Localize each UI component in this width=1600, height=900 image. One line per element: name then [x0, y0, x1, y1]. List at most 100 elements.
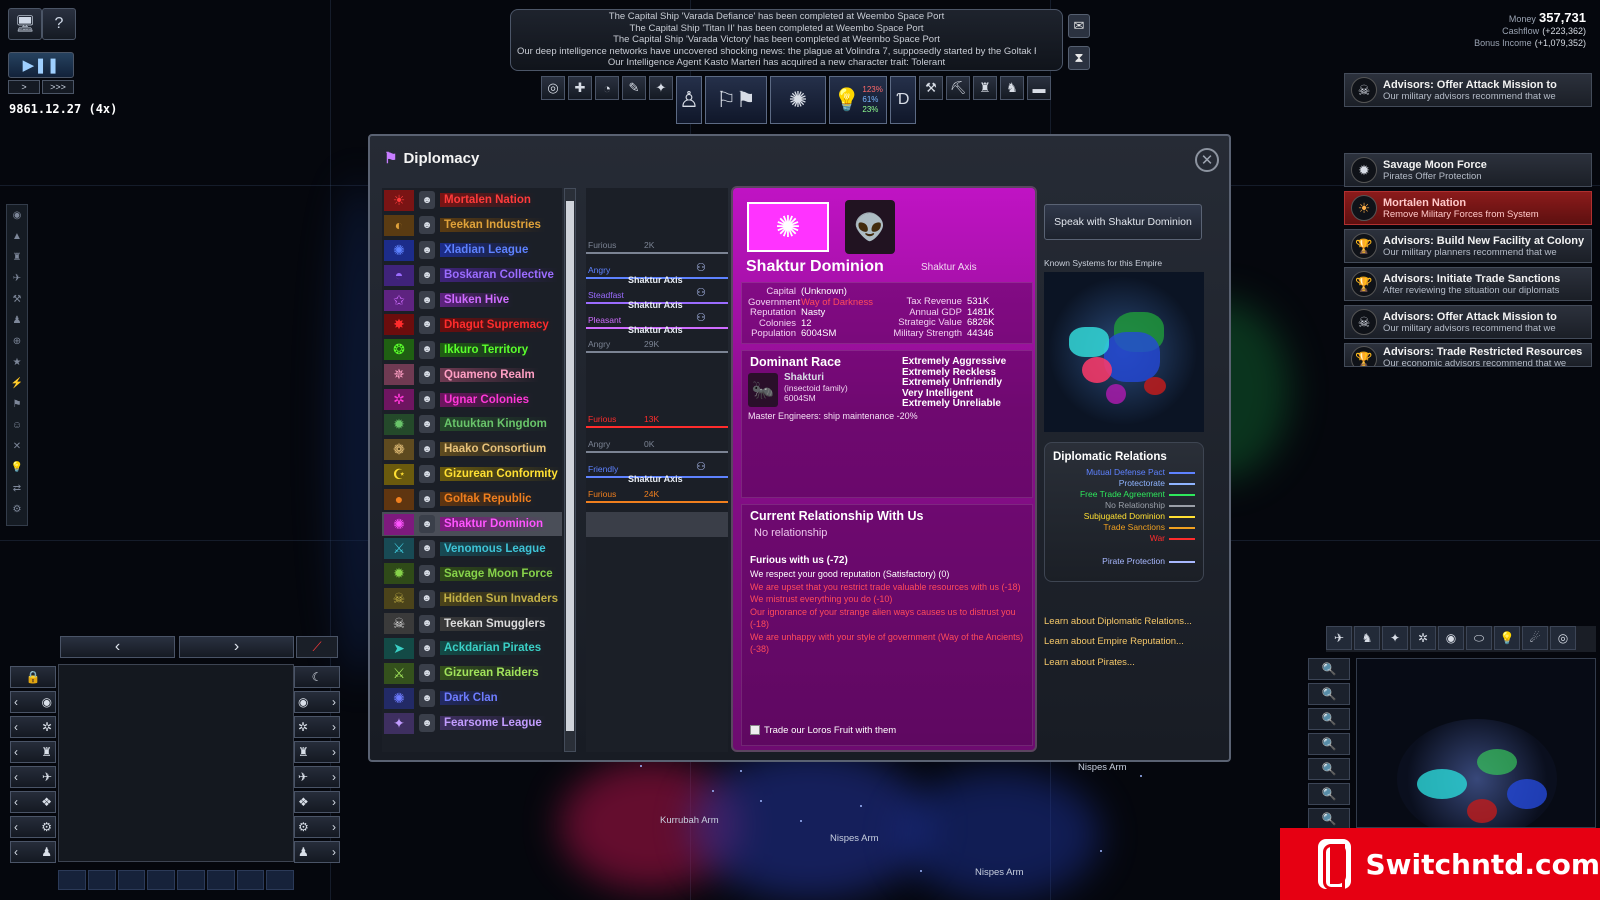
selection-tab[interactable] — [236, 870, 265, 890]
agent-icon[interactable]: ♟ — [7, 311, 27, 331]
selection-tab[interactable] — [206, 870, 235, 890]
game-menu-button[interactable]: 🖥 — [8, 8, 42, 40]
prev-agent-button[interactable]: ‹ ♟ — [10, 841, 56, 863]
play-pause-button[interactable]: ▶❚❚ — [8, 52, 74, 78]
empire-row[interactable]: ☠ ☻ Teekan Smugglers — [382, 611, 562, 636]
star[interactable] — [1100, 850, 1102, 852]
character-list-icon[interactable]: ♙ — [676, 76, 702, 124]
empire-row[interactable]: ✩ ☻ Sluken Hive — [382, 288, 562, 313]
cancel-selection-button[interactable]: ⟋ — [296, 636, 338, 658]
zoom-system-button[interactable]: 🔍 — [1308, 733, 1350, 755]
favorite-icon[interactable]: ★ — [7, 353, 27, 373]
empire-row[interactable]: ☀ ☻ Mortalen Nation — [382, 188, 562, 213]
learn-diplomatic-relations-link[interactable]: Learn about Diplomatic Relations... — [1044, 616, 1192, 627]
tank-icon[interactable]: ▬ — [1027, 76, 1051, 100]
empire-row[interactable]: ◓ ☻ Boskaran Collective — [382, 263, 562, 288]
advisor-card[interactable]: ☀ Mortalen Nation Remove Military Forces … — [1344, 191, 1592, 225]
settings-icon[interactable]: ⚙ — [7, 500, 27, 520]
next-troop-button[interactable]: ♜ › — [294, 741, 340, 763]
planet-icon[interactable]: ◉ — [7, 206, 27, 226]
close-button[interactable]: ✕ — [1195, 148, 1219, 172]
empire-row[interactable]: ✺ ☻ Shaktur Dominion — [382, 511, 562, 537]
trade-icon[interactable]: ⇄ — [7, 479, 27, 499]
message-line[interactable]: The Capital Ship 'Varada Victory' has be… — [517, 34, 1036, 46]
prev-station-button[interactable]: ‹ ⚙ — [10, 816, 56, 838]
speed-fast-button[interactable]: >>> — [42, 80, 74, 94]
expand-messages-button[interactable]: ✉ — [1068, 14, 1090, 38]
empire-row[interactable]: ◐ ☻ Teekan Industries — [382, 213, 562, 238]
next-ship-button[interactable]: ✲ › — [294, 716, 340, 738]
message-line[interactable]: The Capital Ship 'Varada Defiance' has b… — [517, 11, 1036, 23]
empire-row[interactable]: ❂ ☻ Ikkuro Territory — [382, 337, 562, 362]
construction-icon[interactable]: ⚒ — [7, 290, 27, 310]
zoom-galaxy-button[interactable]: 🔍 — [1308, 808, 1350, 830]
next-base-button[interactable]: ❖ › — [294, 791, 340, 813]
selection-tab[interactable] — [87, 870, 116, 890]
next-agent-button[interactable]: ♟ › — [294, 841, 340, 863]
diplomacy-flags-icon[interactable]: ⚐⚑ — [705, 76, 767, 124]
next-button[interactable]: › — [179, 636, 294, 658]
message-line[interactable]: The Capital Ship 'Titan II' has been com… — [517, 23, 1036, 35]
army-icon[interactable]: ♞ — [1000, 76, 1024, 100]
filter-galaxy-icon[interactable]: ◎ — [1550, 626, 1576, 650]
selection-tab[interactable] — [177, 870, 205, 890]
empire-row[interactable]: ☠ ☻ Hidden Sun Invaders — [382, 586, 562, 611]
prev-troop-button[interactable]: ‹ ♜ — [10, 741, 56, 763]
known-systems-map[interactable] — [1044, 272, 1204, 432]
empire-row[interactable]: ☪ ☻ Gizurean Conformity — [382, 462, 562, 487]
trade-checkbox[interactable] — [750, 725, 760, 736]
star[interactable] — [640, 765, 642, 767]
advisor-card[interactable]: ☠ Advisors: Offer Attack Mission to Our m… — [1344, 73, 1592, 107]
empire-row[interactable]: ➤ ☻ Ackdarian Pirates — [382, 636, 562, 661]
idea-icon[interactable]: 💡 — [7, 458, 27, 478]
advisor-card[interactable]: 🏆 Advisors: Initiate Trade Sanctions Afte… — [1344, 267, 1592, 301]
selection-tab[interactable] — [117, 870, 146, 890]
selection-tab[interactable] — [147, 870, 175, 890]
filter-planet-icon[interactable]: ◉ — [1438, 626, 1464, 650]
troop-icon[interactable]: ♜ — [7, 248, 27, 268]
empire-row[interactable]: ✦ ☻ Fearsome League — [382, 711, 562, 736]
sleep-button[interactable]: ☾ — [294, 666, 340, 688]
prev-fleet-button[interactable]: ‹ ✈ — [10, 766, 56, 788]
ship-icon[interactable]: ▲ — [7, 227, 27, 247]
next-station-button[interactable]: ⚙ › — [294, 816, 340, 838]
empire-row[interactable]: ⚔ ☻ Gizurean Raiders — [382, 661, 562, 686]
war-icon[interactable]: ✕ — [7, 437, 27, 457]
next-fleet-button[interactable]: ✈ › — [294, 766, 340, 788]
empire-row[interactable]: ❁ ☻ Haako Consortium — [382, 437, 562, 462]
empire-row[interactable]: ✵ ☻ Quameno Realm — [382, 362, 562, 387]
expansion-icon[interactable]: ✚ — [568, 76, 592, 100]
filter-gas-icon[interactable]: ⬭ — [1466, 626, 1492, 650]
filter-fleet-icon[interactable]: ✲ — [1410, 626, 1436, 650]
filter-nebula-icon[interactable]: ☄ — [1522, 626, 1548, 650]
star[interactable] — [800, 820, 802, 822]
learn-empire-reputation-link[interactable]: Learn about Empire Reputation... — [1044, 636, 1184, 647]
speak-with-empire-button[interactable]: Speak with Shaktur Dominion — [1044, 204, 1202, 240]
fleet-icon[interactable]: ✈ — [7, 269, 27, 289]
advisor-card[interactable]: 🏆 Advisors: Trade Restricted Resources Ou… — [1344, 343, 1592, 367]
troops-icon[interactable]: ♜ — [973, 76, 997, 100]
research-icon[interactable]: ⚡ — [7, 374, 27, 394]
galaxy-icon[interactable]: ◎ — [541, 76, 565, 100]
mining-icon[interactable]: ⛏ — [946, 76, 970, 100]
zoom-region-button[interactable]: 🔍 — [1308, 708, 1350, 730]
message-line[interactable]: Our deep intelligence networks have unco… — [517, 46, 1036, 58]
help-button[interactable]: ? — [42, 8, 76, 40]
zoom-sector-button[interactable]: 🔍 — [1308, 683, 1350, 705]
empire-pie-icon[interactable]: ◔ — [595, 76, 619, 100]
build-icon[interactable]: ⚒ — [919, 76, 943, 100]
treasury-panel[interactable]: Money 357,731 Cashflow (+223,362) Bonus … — [1474, 10, 1586, 49]
filter-ship-icon[interactable]: ✈ — [1326, 626, 1352, 650]
empire-row[interactable]: ✲ ☻ Ugnar Colonies — [382, 387, 562, 412]
trade-option[interactable]: Trade our Loros Fruit with them — [750, 725, 896, 736]
learn-pirates-link[interactable]: Learn about Pirates... — [1044, 657, 1135, 668]
empire-icon[interactable]: ⊕ — [7, 332, 27, 352]
empire-row[interactable]: ✹ ☻ Savage Moon Force — [382, 561, 562, 586]
character-icon[interactable]: ☺ — [7, 416, 27, 436]
advisor-card[interactable]: 🏆 Advisors: Build New Facility at Colony… — [1344, 229, 1592, 263]
message-filter-button[interactable]: ⧗ — [1068, 46, 1090, 70]
ancient-icon[interactable]: Ɗ — [890, 76, 916, 124]
empire-list-scrollbar[interactable] — [564, 188, 576, 752]
advisor-card[interactable]: ☠ Advisors: Offer Attack Mission to Our m… — [1344, 305, 1592, 339]
empire-row[interactable]: ✸ ☻ Dhagut Supremacy — [382, 312, 562, 337]
